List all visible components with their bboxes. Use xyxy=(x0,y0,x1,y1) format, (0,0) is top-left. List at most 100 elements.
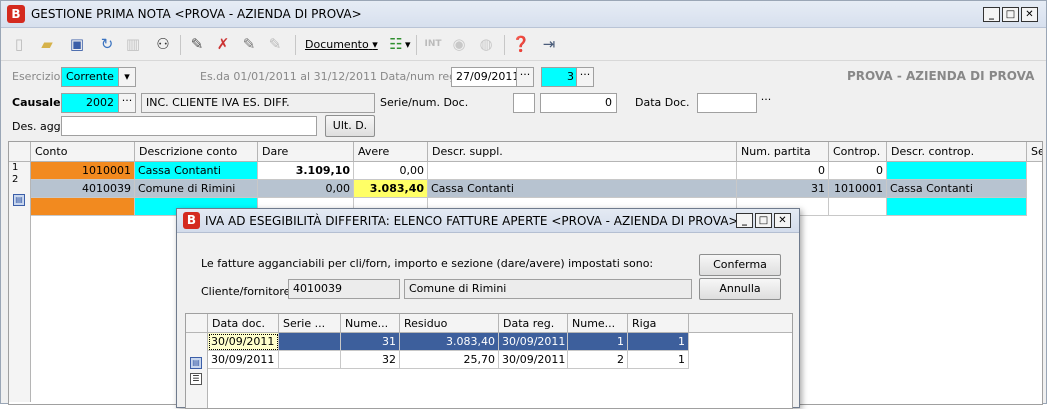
esercizio-select[interactable]: Corrente xyxy=(61,67,119,87)
binoculars-icon[interactable]: ⚇ xyxy=(153,34,173,54)
cell-num-reg[interactable]: 2 xyxy=(568,351,628,369)
close-button[interactable]: ✕ xyxy=(1021,7,1038,22)
col-riga[interactable]: Riga xyxy=(628,314,689,333)
col-descrizione-conto[interactable]: Descrizione conto xyxy=(135,142,258,162)
maximize-button[interactable]: □ xyxy=(1002,7,1019,22)
row-indicator-column: 1 2 ▤ xyxy=(9,162,31,402)
annulla-button[interactable]: Annulla xyxy=(699,278,781,300)
numreg-input[interactable]: 3 xyxy=(541,67,579,87)
undo-icon[interactable]: ↻ xyxy=(97,34,117,54)
cell-controp[interactable]: 1010001 xyxy=(829,180,887,198)
cell-dare[interactable]: 3.109,10 xyxy=(258,162,354,180)
edit-row-icon[interactable]: ✎ xyxy=(187,34,207,54)
cell-descrizione[interactable]: Cassa Contanti xyxy=(135,162,258,180)
cell-serie[interactable] xyxy=(279,333,341,351)
cell-residuo[interactable]: 3.083,40 xyxy=(400,333,499,351)
cell-riga[interactable]: 1 xyxy=(628,333,689,351)
new-row-controp[interactable] xyxy=(829,198,887,216)
cell-num-doc[interactable]: 32 xyxy=(341,351,400,369)
new-row-conto[interactable] xyxy=(31,198,135,216)
dialog-close-button[interactable]: ✕ xyxy=(774,213,791,228)
col-avere[interactable]: Avere xyxy=(354,142,428,162)
numreg-lookup-button[interactable]: ··· xyxy=(576,67,594,87)
cell-descr-suppl[interactable]: Cassa Contanti xyxy=(428,180,737,198)
cell-descr-suppl[interactable] xyxy=(428,162,737,180)
row-num: 1 xyxy=(12,162,19,173)
data-doc-lookup-button[interactable]: ··· xyxy=(757,93,775,113)
open-folder-icon[interactable]: ▰ xyxy=(37,34,57,54)
help-icon[interactable]: ❓ xyxy=(511,34,531,54)
cell-num-partita[interactable]: 31 xyxy=(737,180,829,198)
delete-icon[interactable]: ▥ xyxy=(123,34,143,54)
list-icon[interactable]: ☷ xyxy=(386,34,406,54)
cell-num-reg[interactable]: 1 xyxy=(568,333,628,351)
minimize-button[interactable]: _ xyxy=(983,7,1000,22)
globe-icon[interactable]: ◍ xyxy=(476,34,496,54)
cell-descr-controp[interactable]: Cassa Contanti xyxy=(887,180,1027,198)
causale-description: INC. CLIENTE IVA ES. DIFF. xyxy=(141,93,375,113)
col-dare[interactable]: Dare xyxy=(258,142,354,162)
col-descr-suppl[interactable]: Descr. suppl. xyxy=(428,142,737,162)
cell-conto[interactable]: 4010039 xyxy=(31,180,135,198)
copy-row-icon[interactable]: ✎ xyxy=(265,34,285,54)
save-icon[interactable]: ▣ xyxy=(67,34,87,54)
col-data-reg[interactable]: Data reg. xyxy=(499,314,568,333)
exit-door-icon[interactable]: ⇥ xyxy=(539,34,559,54)
cell-num-doc[interactable]: 31 xyxy=(341,333,400,351)
cell-controp[interactable]: 0 xyxy=(829,162,887,180)
cell-data-doc[interactable]: 30/09/2011 xyxy=(208,333,279,351)
col-num-reg[interactable]: Nume... xyxy=(568,314,628,333)
cell-descrizione[interactable]: Comune di Rimini xyxy=(135,180,258,198)
row-detail-icon[interactable]: ▤ xyxy=(190,357,202,369)
col-controp[interactable]: Controp. xyxy=(829,142,887,162)
row-detail-icon[interactable]: ▤ xyxy=(13,194,25,206)
list-dropdown-arrow[interactable]: ▾ xyxy=(405,38,411,51)
new-row-descr-controp[interactable] xyxy=(887,198,1027,216)
dialog-minimize-button[interactable]: _ xyxy=(736,213,753,228)
col-num-doc[interactable]: Nume... xyxy=(341,314,400,333)
datareg-input[interactable]: 27/09/2011 xyxy=(451,67,517,87)
chevron-down-icon[interactable]: ▾ xyxy=(118,67,136,87)
currency-icon[interactable]: ◉ xyxy=(449,34,469,54)
serie-input[interactable] xyxy=(513,93,535,113)
cell-data-doc[interactable]: 30/09/2011 xyxy=(208,351,279,369)
cell-riga[interactable]: 1 xyxy=(628,351,689,369)
serie-label: Serie/num. Doc. xyxy=(380,96,469,109)
list-icon[interactable]: ☰ xyxy=(190,373,202,385)
col-num-partita[interactable]: Num. partita xyxy=(737,142,829,162)
data-doc-input[interactable] xyxy=(697,93,757,113)
cell-data-reg[interactable]: 30/09/2011 xyxy=(499,333,568,351)
int-icon[interactable]: INT xyxy=(423,34,443,54)
col-serie[interactable]: Serie ... xyxy=(279,314,341,333)
insert-row-icon[interactable]: ✎ xyxy=(239,34,259,54)
fatture-grid: Data doc. Serie ... Nume... Residuo Data… xyxy=(185,313,793,409)
cell-dare[interactable]: 0,00 xyxy=(258,180,354,198)
cell-avere[interactable]: 3.083,40 xyxy=(354,180,428,198)
documento-menu[interactable]: Documento ▾ xyxy=(305,38,378,51)
app-icon: B xyxy=(183,212,200,229)
conferma-button[interactable]: Conferma xyxy=(699,254,781,276)
causale-lookup-button[interactable]: ··· xyxy=(118,93,136,113)
delete-row-icon[interactable]: ✗ xyxy=(213,34,233,54)
col-residuo[interactable]: Residuo xyxy=(400,314,499,333)
des-agg-label: Des. agg. xyxy=(12,120,65,133)
col-data-doc[interactable]: Data doc. xyxy=(208,314,279,333)
datareg-lookup-button[interactable]: ··· xyxy=(516,67,534,87)
col-descr-controp[interactable]: Descr. controp. xyxy=(887,142,1027,162)
new-document-icon[interactable]: ▯ xyxy=(9,34,29,54)
cell-data-reg[interactable]: 30/09/2011 xyxy=(499,351,568,369)
cell-residuo[interactable]: 25,70 xyxy=(400,351,499,369)
cell-avere[interactable]: 0,00 xyxy=(354,162,428,180)
cell-serie[interactable] xyxy=(279,351,341,369)
des-agg-input[interactable] xyxy=(61,116,317,136)
cell-conto[interactable]: 1010001 xyxy=(31,162,135,180)
causale-code-input[interactable]: 2002 xyxy=(61,93,119,113)
cell-num-partita[interactable]: 0 xyxy=(737,162,829,180)
col-se[interactable]: Se xyxy=(1027,142,1042,162)
main-window: B GESTIONE PRIMA NOTA <PROVA - AZIENDA D… xyxy=(0,0,1047,409)
ult-d-button[interactable]: Ult. D. xyxy=(325,115,375,137)
col-conto[interactable]: Conto xyxy=(31,142,135,162)
dialog-maximize-button[interactable]: □ xyxy=(755,213,772,228)
cell-descr-controp[interactable] xyxy=(887,162,1027,180)
num-doc-input[interactable]: 0 xyxy=(540,93,617,113)
